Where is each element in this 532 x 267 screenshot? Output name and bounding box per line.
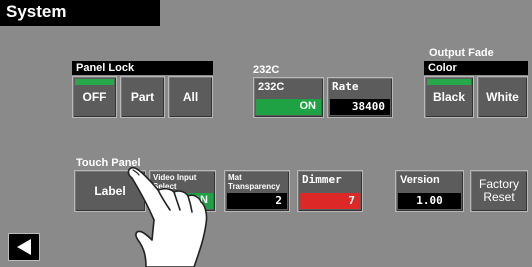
left-triangle-icon [17, 239, 31, 255]
page-title: System [0, 0, 160, 26]
output-fade-black-label: Black [432, 89, 466, 104]
output-fade-white-label: White [486, 89, 519, 104]
panel-lock-label: Panel Lock [72, 61, 213, 75]
panel-lock-part-button[interactable]: Part [120, 76, 165, 118]
output-fade-header: Output Fade [429, 47, 494, 59]
back-button[interactable] [8, 233, 40, 261]
output-fade-color-label: Color [424, 61, 528, 75]
dimmer-param[interactable]: Dimmer 7 [297, 170, 363, 212]
rs232c-port-label: 232C [258, 81, 285, 93]
rs232c-port-toggle[interactable]: 232C ON [253, 77, 324, 118]
version-display: Version 1.00 [395, 170, 464, 212]
output-fade-black-button[interactable]: Black [424, 76, 474, 118]
factory-reset-label: Factory Reset [478, 177, 519, 204]
dimmer-value: 7 [300, 193, 360, 209]
panel-lock-all-button[interactable]: All [168, 76, 213, 118]
output-fade-white-button[interactable]: White [477, 76, 528, 118]
selected-indicator [427, 79, 471, 85]
panel-lock-off-button[interactable]: OFF [72, 76, 117, 118]
rs232c-header: 232C [253, 64, 280, 76]
rs232c-rate-param[interactable]: Rate 38400 [327, 77, 393, 118]
rs232c-rate-value: 38400 [330, 99, 390, 115]
rs232c-rate-label: Rate [332, 80, 359, 93]
panel-lock-part-label: Part [130, 89, 155, 104]
panel-lock-off-label: OFF [82, 89, 107, 104]
version-value: 1.00 [398, 193, 461, 209]
version-label: Version [400, 174, 440, 186]
hand-pointer-icon [127, 166, 208, 267]
factory-reset-button[interactable]: Factory Reset [470, 170, 528, 212]
panel-lock-all-label: All [182, 89, 199, 104]
selected-indicator [75, 79, 114, 85]
rs232c-port-value: ON [256, 99, 321, 115]
dimmer-label: Dimmer [302, 173, 342, 186]
